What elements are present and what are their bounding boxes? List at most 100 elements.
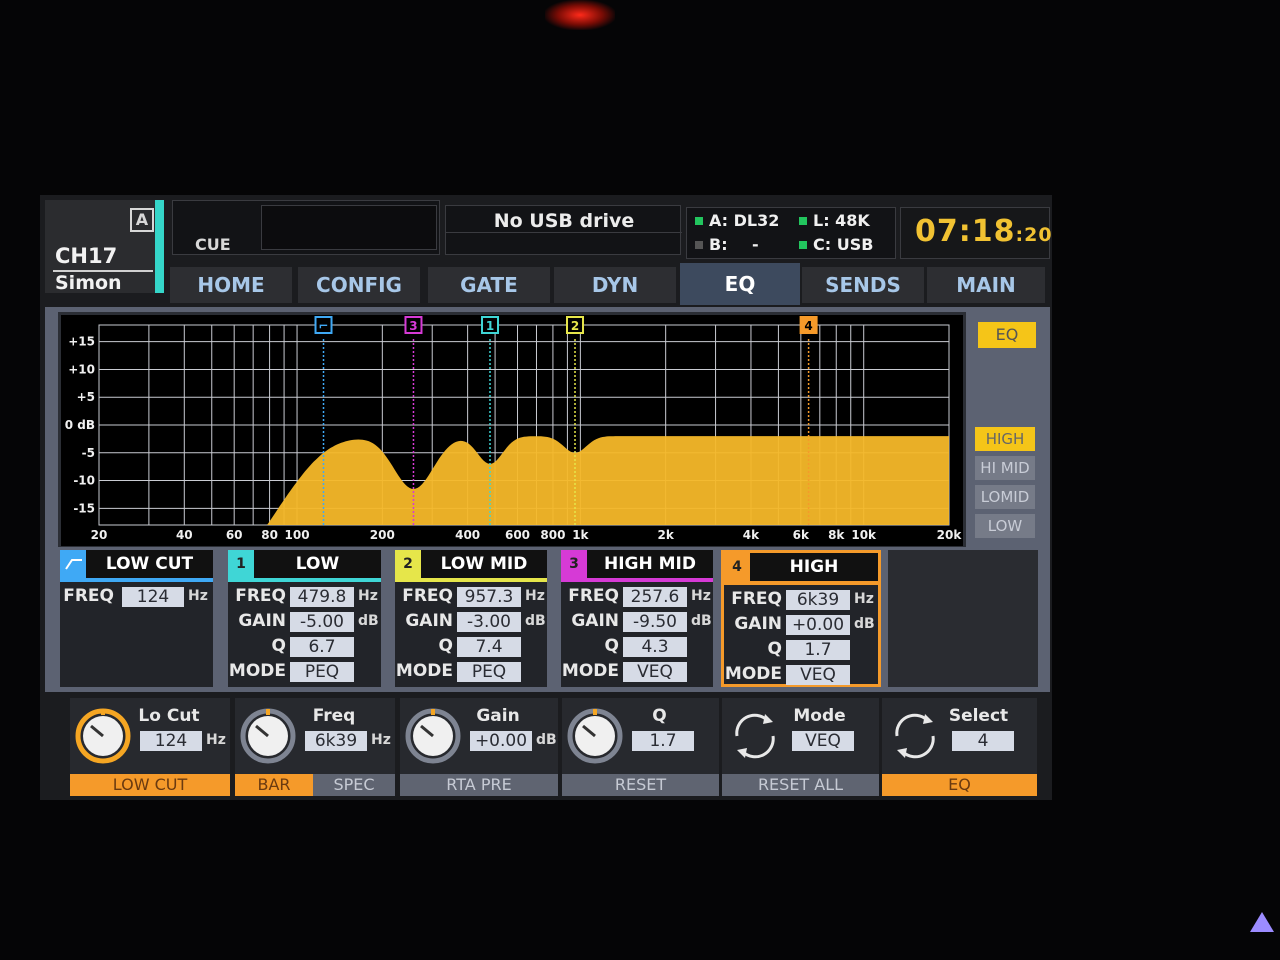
band-select-hi-mid[interactable]: HI MID [975, 456, 1035, 480]
usb-divider [446, 232, 682, 233]
usb-label: No USB drive [493, 210, 635, 232]
freq-label: 200 [370, 528, 395, 542]
tab-config[interactable]: CONFIG [298, 267, 420, 303]
param-unit: Hz [188, 588, 208, 604]
status-b: B: [709, 235, 728, 254]
channel-box[interactable]: A CH17 Simon [45, 200, 160, 294]
param-label-gain: GAIN [571, 611, 619, 631]
freq-label: 600 [505, 528, 530, 542]
db-label: +5 [77, 390, 95, 404]
eq-graph[interactable]: ⌐ 3 1 2 4 +15 +10 +5 0 dB -5 -10 -15 20 40 60 80 100 200 4… [58, 312, 966, 549]
encoder-value[interactable]: +0.00 [470, 731, 532, 751]
tab-sends[interactable]: SENDS [802, 267, 924, 303]
param-value-freq[interactable]: 479.8 [290, 587, 354, 607]
param-value-gain[interactable]: -5.00 [290, 612, 354, 632]
db-label: +10 [68, 362, 95, 376]
clock-seconds: :20 [1015, 224, 1053, 246]
param-label-mode: MODE [395, 661, 453, 681]
band-highmid[interactable]: 3 HIGH MID FREQ 257.6 Hz GAIN -9.50 dB Q 4.3 MODE V… [561, 550, 713, 687]
param-value-gain[interactable]: +0.00 [786, 615, 850, 635]
freq-label: 100 [285, 528, 310, 542]
param-value-mode[interactable]: PEQ [457, 662, 521, 682]
freq-label: 800 [540, 528, 565, 542]
encoder-unit: dB [536, 732, 557, 748]
band-title: LOW MID [440, 554, 528, 574]
param-value-q[interactable]: 1.7 [786, 640, 850, 660]
tab-eq[interactable]: EQ [680, 263, 800, 305]
param-label-mode: MODE [228, 661, 286, 681]
param-value-mode[interactable]: VEQ [623, 662, 687, 682]
band-header: 3 HIGH MID [561, 550, 713, 578]
status-b-value: - [752, 235, 759, 254]
encoder-title: Mode [793, 706, 846, 726]
band-title: LOW CUT [105, 554, 194, 574]
band-lowmid[interactable]: 2 LOW MID FREQ 957.3 Hz GAIN -3.00 dB Q 7.4 MODE PE… [395, 550, 547, 687]
encoder-gain: Gain +0.00 dB RTA PRE [400, 698, 558, 796]
encoder-value[interactable]: 1.7 [632, 731, 694, 751]
encoder-value[interactable]: 124 [140, 731, 202, 751]
encoder-value[interactable]: 4 [952, 731, 1014, 751]
band-marker-label-4: 4 [804, 319, 812, 333]
band-lowcut[interactable]: LOW CUT FREQ 124 Hz [60, 550, 213, 687]
cue-meter [261, 205, 437, 250]
band-title: HIGH MID [603, 554, 696, 574]
param-label-q: Q [767, 639, 782, 659]
softkey-rta-pre[interactable]: RTA PRE [400, 774, 558, 796]
led-c [799, 241, 807, 249]
tab-home[interactable]: HOME [170, 267, 292, 303]
param-label-freq: FREQ [731, 589, 782, 609]
tab-main[interactable]: MAIN [927, 267, 1045, 303]
encoder-locut: Lo Cut 124 Hz LOW CUT [70, 698, 230, 796]
channel-name: Simon [55, 272, 122, 294]
encoder-value[interactable]: VEQ [792, 731, 854, 751]
encoder-title: Lo Cut [138, 706, 200, 726]
sync-status: A: DL32 B: - L: 48K C: USB [686, 207, 896, 259]
band-marker-label-3: 3 [409, 319, 417, 333]
param-label-freq: FREQ [235, 586, 286, 606]
db-label: -10 [73, 474, 95, 488]
eq-curve-plot: ⌐ 3 1 2 4 +15 +10 +5 0 dB -5 -10 -15 20 40 60 80 100 200 4… [65, 316, 962, 542]
softkey-reset[interactable]: RESET [562, 774, 719, 796]
param-value-mode[interactable]: PEQ [290, 662, 354, 682]
param-value-q[interactable]: 6.7 [290, 637, 354, 657]
param-unit: dB [525, 613, 546, 629]
softkey-reset-all[interactable]: RESET ALL [722, 774, 879, 796]
param-value-freq[interactable]: 6k39 [786, 590, 850, 610]
eq-on-badge[interactable]: EQ [978, 322, 1036, 348]
cue-display[interactable]: CUE [172, 200, 440, 255]
encoder-title: Gain [476, 706, 520, 726]
cue-label: CUE [195, 235, 231, 254]
softkey-bar[interactable]: BAR [235, 774, 313, 796]
mixer-screen: A CH17 Simon CUE No USB drive A: DL32 B:… [40, 195, 1052, 800]
band-header: LOW CUT [60, 550, 213, 578]
param-value-q[interactable]: 7.4 [457, 637, 521, 657]
freq-label: 2k [657, 528, 674, 542]
band-marker-label-2: 2 [571, 319, 579, 333]
param-value-freq[interactable]: 124 [122, 587, 184, 607]
encoder-value[interactable]: 6k39 [305, 731, 367, 751]
param-value-freq[interactable]: 957.3 [457, 587, 521, 607]
param-value-q[interactable]: 4.3 [623, 637, 687, 657]
tab-gate[interactable]: GATE [428, 267, 550, 303]
param-value-gain[interactable]: -3.00 [457, 612, 521, 632]
param-unit: Hz [525, 588, 545, 604]
play-icon [1250, 912, 1274, 932]
tab-dyn[interactable]: DYN [554, 267, 676, 303]
clock-hm: 07:18 [915, 214, 1016, 249]
band-number: 3 [561, 550, 587, 578]
param-value-gain[interactable]: -9.50 [623, 612, 687, 632]
band-title: LOW [295, 554, 340, 574]
band-select-low[interactable]: LOW [975, 514, 1035, 538]
softkey-eq[interactable]: EQ [882, 774, 1037, 796]
band-select-high[interactable]: HIGH [975, 427, 1035, 451]
softkey-spec[interactable]: SPEC [313, 774, 395, 796]
band-low[interactable]: 1 LOW FREQ 479.8 Hz GAIN -5.00 dB Q 6.7 MODE PEQ [228, 550, 381, 687]
band-high[interactable]: 4 HIGH FREQ 6k39 Hz GAIN +0.00 dB Q 1.7 MODE VEQ [721, 550, 881, 687]
band-select-lomid[interactable]: LOMID [975, 485, 1035, 509]
param-value-mode[interactable]: VEQ [786, 665, 850, 685]
usb-status[interactable]: No USB drive [445, 205, 682, 255]
param-label-freq: FREQ [568, 586, 619, 606]
param-label-gain: GAIN [734, 614, 782, 634]
softkey-low-cut[interactable]: LOW CUT [70, 774, 230, 796]
param-value-freq[interactable]: 257.6 [623, 587, 687, 607]
